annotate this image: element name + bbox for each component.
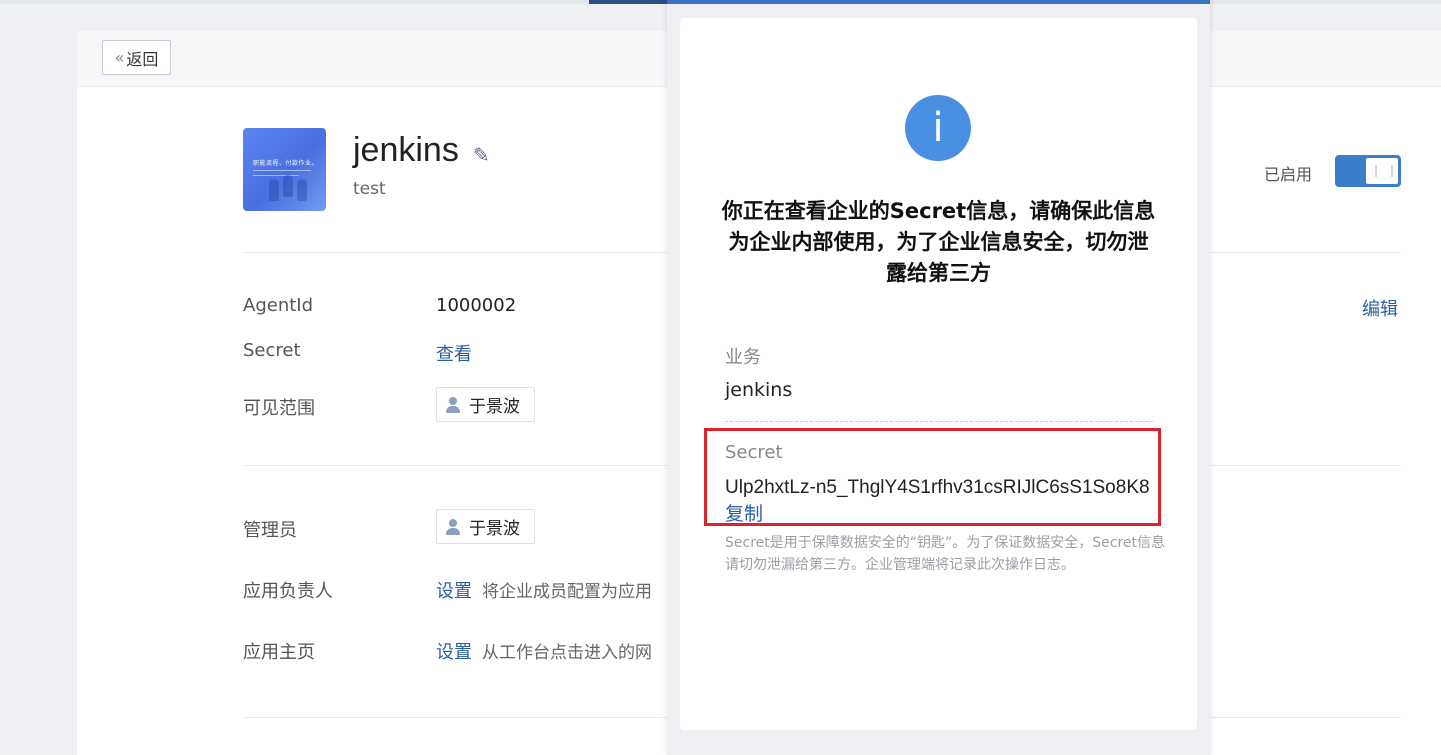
secret-field-label: Secret [725, 442, 783, 463]
app-logo-figure [269, 179, 279, 201]
app-logo: 职能流程、付款作业。 [243, 128, 326, 211]
secret-dialog: i 你正在查看企业的Secret信息，请确保此信息为企业内部使用，为了企业信息安… [667, 0, 1210, 755]
secret-value[interactable]: Ulp2hxtLz-n5_ThglY4S1rfhv31csRIJlC6sS1So… [725, 474, 1157, 528]
copy-link[interactable]: 复制 [725, 504, 763, 525]
info-icon: i [905, 95, 971, 161]
admin-member-chip[interactable]: 于景波 [436, 509, 535, 544]
secret-label: Secret [243, 340, 301, 361]
member-name: 于景波 [469, 519, 520, 539]
view-secret-link[interactable]: 查看 [436, 340, 472, 366]
edit-link[interactable]: 编辑 [1362, 295, 1398, 321]
homepage-settings-link[interactable]: 设置 [436, 642, 472, 663]
top-tab-indicator [589, 0, 669, 4]
double-chevron-left-icon: « [114, 48, 125, 67]
visible-range-label: 可见范围 [243, 398, 315, 419]
app-logo-line [253, 175, 299, 176]
agentid-value: 1000002 [436, 295, 517, 316]
owner-label: 应用负责人 [243, 581, 333, 602]
enable-toggle[interactable] [1335, 155, 1401, 187]
member-name: 于景波 [469, 397, 520, 417]
pencil-icon[interactable]: ✎ [473, 143, 490, 167]
back-button-label: 返回 [126, 49, 159, 69]
homepage-label: 应用主页 [243, 642, 315, 663]
app-description: test [353, 179, 386, 199]
back-button[interactable]: « 返回 [102, 40, 171, 75]
homepage-hint: 从工作台点击进入的网 [482, 643, 652, 663]
owner-hint: 将企业成员配置为应用 [482, 582, 652, 602]
dashed-divider [725, 421, 1153, 422]
app-logo-text: 职能流程、付款作业。 [253, 160, 319, 167]
admin-label: 管理员 [243, 520, 297, 541]
secret-text[interactable]: Ulp2hxtLz-n5_ThglY4S1rfhv31csRIJlC6sS1So… [725, 477, 1150, 498]
secret-note: Secret是用于保障数据安全的“钥匙”。为了保证数据安全，Secret信息请切… [725, 535, 1166, 573]
app-logo-line [253, 170, 311, 171]
person-icon [445, 396, 461, 414]
app-logo-figure [283, 175, 293, 197]
homepage-row: 设置 从工作台点击进入的网 [436, 638, 652, 664]
person-icon [445, 518, 461, 536]
owner-row: 设置 将企业成员配置为应用 [436, 577, 652, 603]
toggle-knob [1366, 158, 1398, 184]
agentid-label: AgentId [243, 295, 314, 316]
business-label: 业务 [725, 347, 761, 368]
business-value: jenkins [725, 379, 793, 401]
dialog-body: i 你正在查看企业的Secret信息，请确保此信息为企业内部使用，为了企业信息安… [680, 18, 1197, 730]
status-label: 已启用 [1264, 165, 1313, 184]
visible-member-chip[interactable]: 于景波 [436, 387, 535, 422]
owner-settings-link[interactable]: 设置 [436, 581, 472, 602]
app-name: jenkins [353, 131, 459, 169]
app-logo-figure [297, 179, 307, 201]
warning-message: 你正在查看企业的Secret信息，请确保此信息为企业内部使用，为了企业信息安全，… [721, 199, 1156, 285]
